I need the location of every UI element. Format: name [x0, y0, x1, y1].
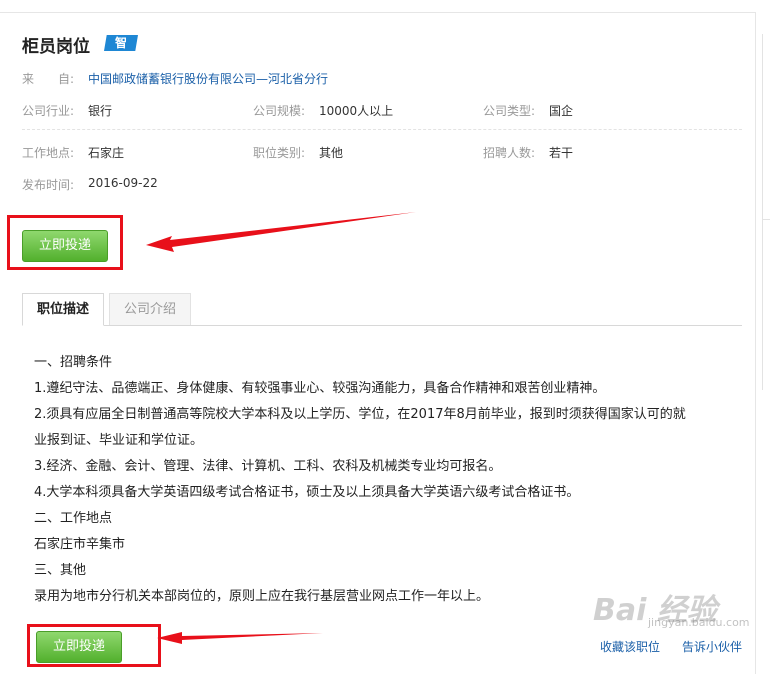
arrow-top-icon	[146, 212, 416, 252]
arrow-bottom-icon	[157, 632, 323, 644]
annotation-arrows	[146, 212, 416, 644]
